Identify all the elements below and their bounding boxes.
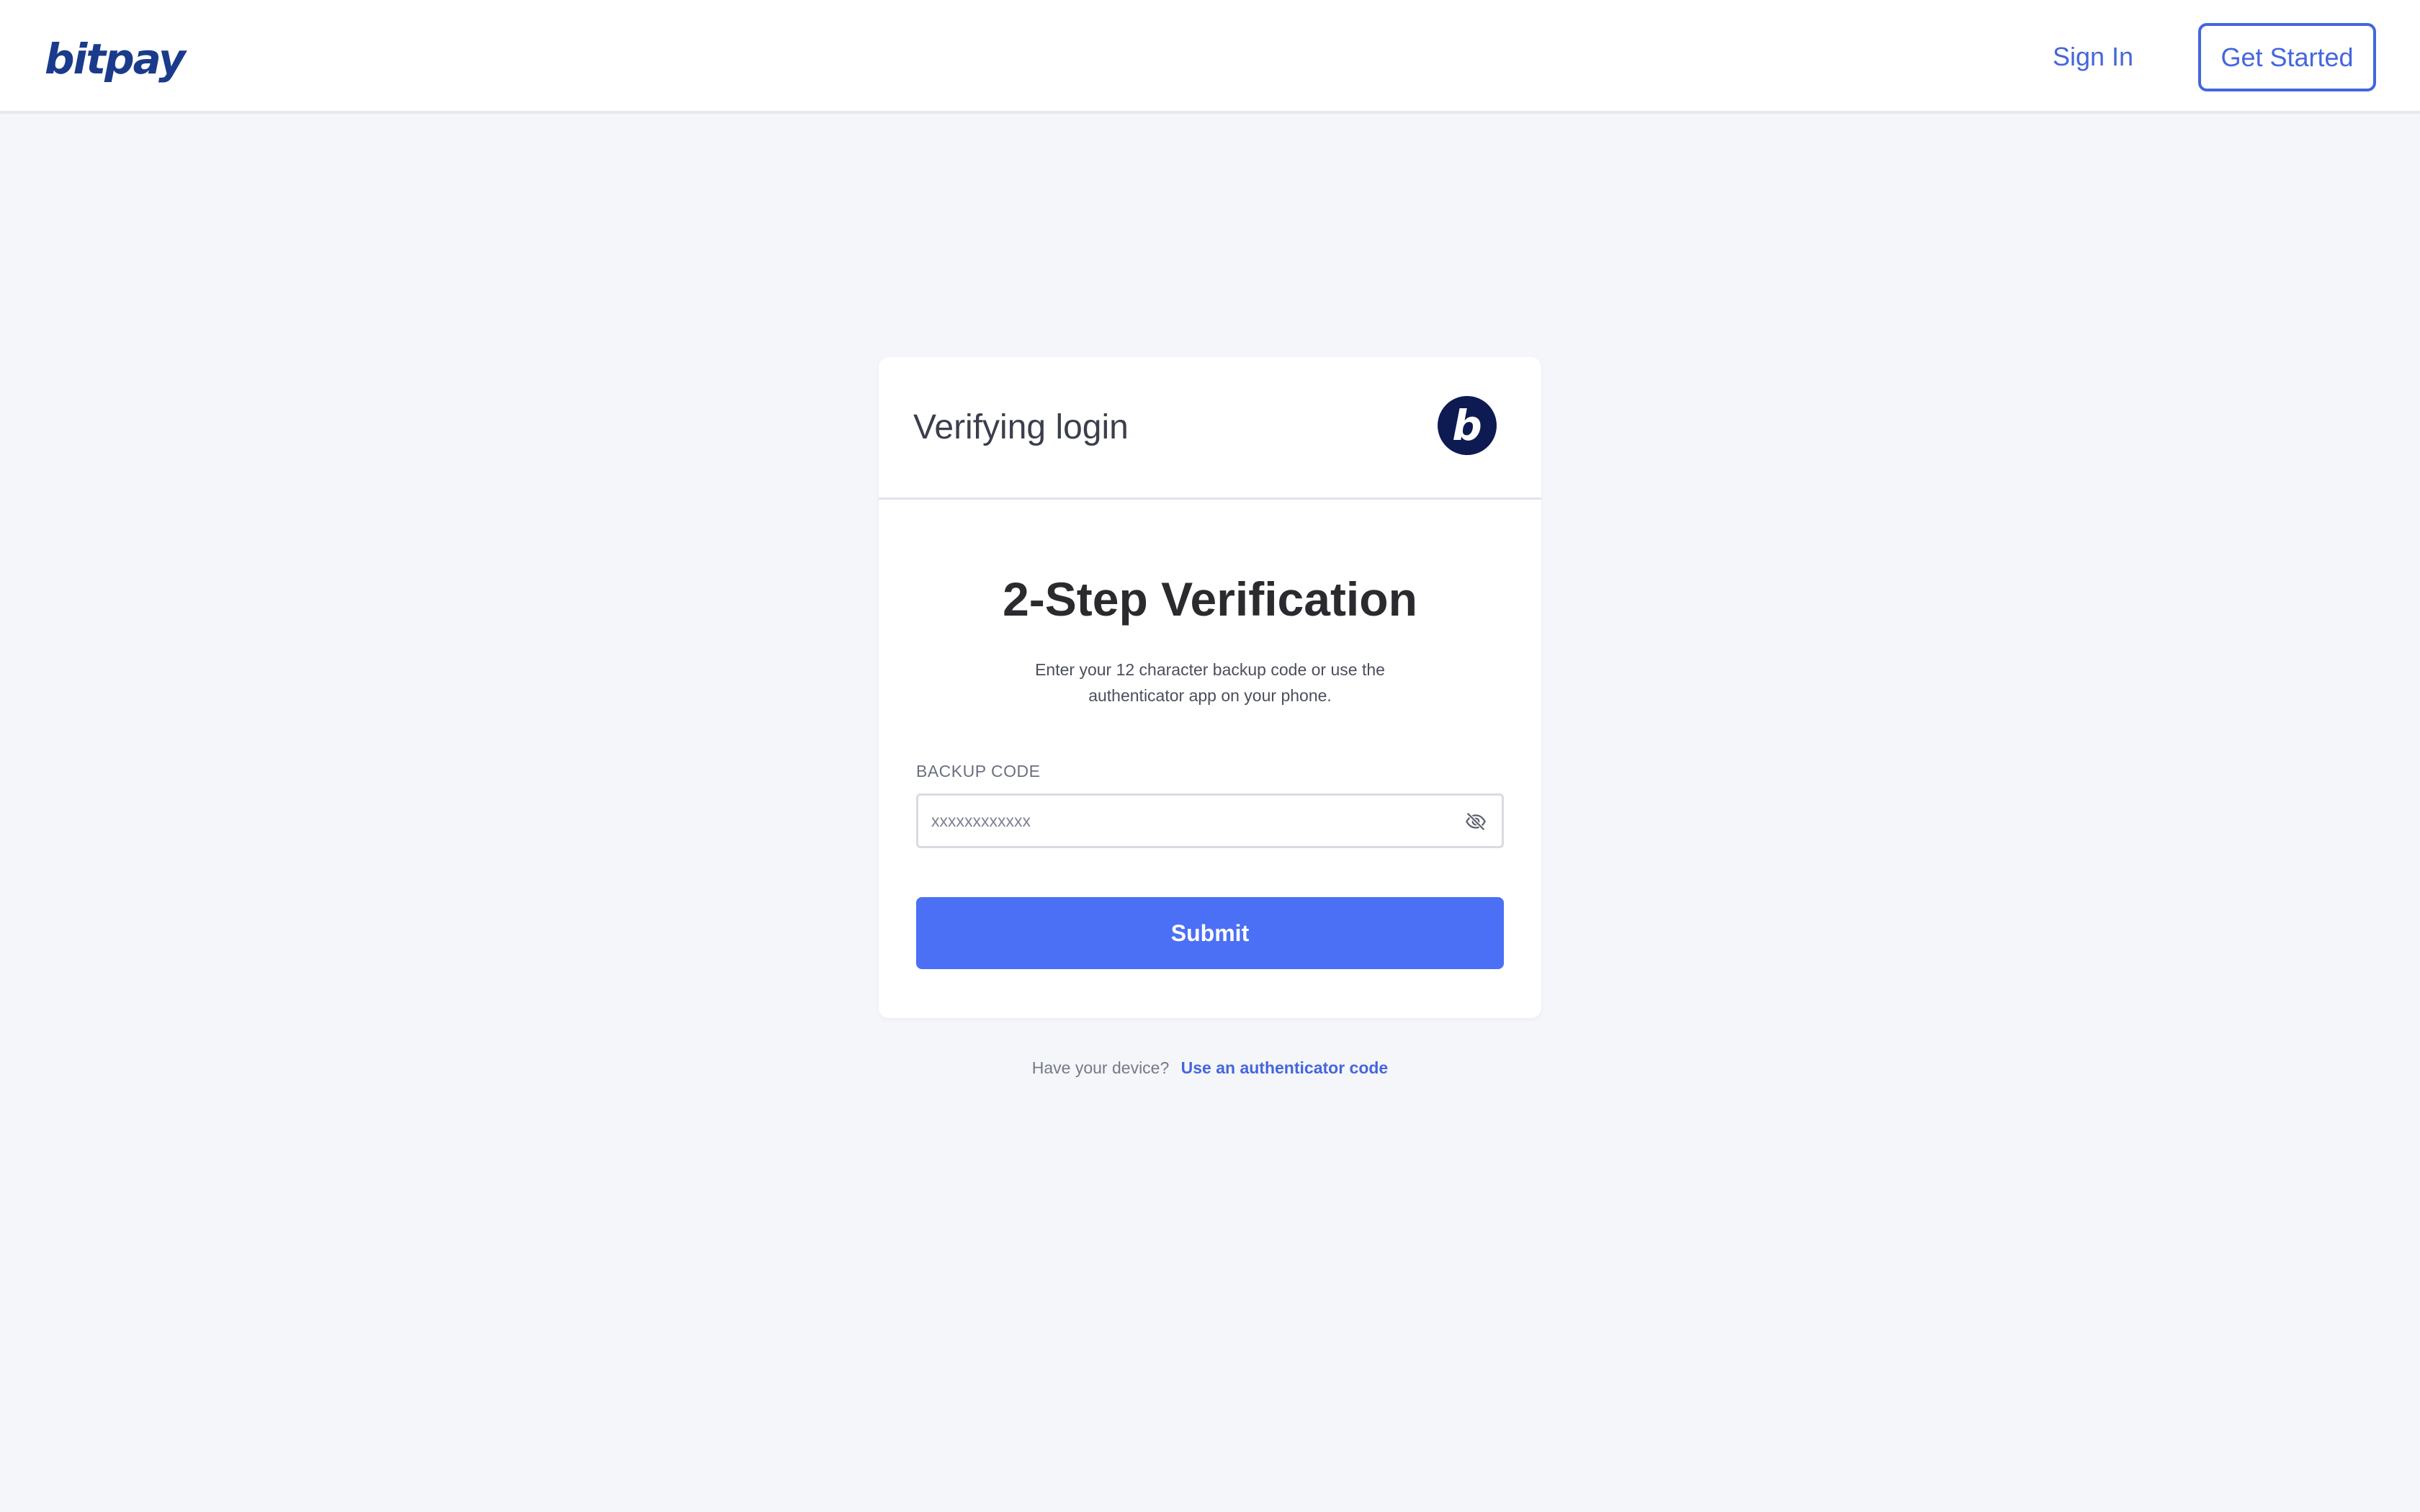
backup-code-label: BACKUP CODE	[916, 762, 1041, 780]
backup-code-input[interactable]	[931, 796, 1421, 846]
submit-button[interactable]: Submit	[916, 897, 1504, 969]
page-heading: 2-Step Verification	[1003, 572, 1417, 626]
sign-in-link[interactable]: Sign In	[2053, 33, 2133, 81]
verification-card: Verifying login b 2-Step Verification En…	[879, 357, 1541, 1018]
eye-off-icon[interactable]	[1464, 810, 1487, 833]
get-started-button[interactable]: Get Started	[2198, 23, 2376, 91]
card-title: Verifying login	[913, 408, 1129, 446]
have-device-text: Have your device?	[1031, 1058, 1170, 1077]
instructions-text: Enter your 12 character backup code or u…	[1035, 660, 1385, 705]
top-navigation-bar: bitpay Sign In Get Started	[0, 0, 2420, 114]
bitpay-logo[interactable]: bitpay	[45, 30, 186, 88]
alternate-method-row: Have your device? Use an authenticator c…	[0, 1056, 2420, 1080]
backup-code-field	[916, 793, 1504, 848]
card-header: Verifying login b	[879, 357, 1541, 500]
bitpay-badge-icon: b	[1438, 396, 1497, 455]
use-authenticator-code-link[interactable]: Use an authenticator code	[1181, 1058, 1389, 1077]
